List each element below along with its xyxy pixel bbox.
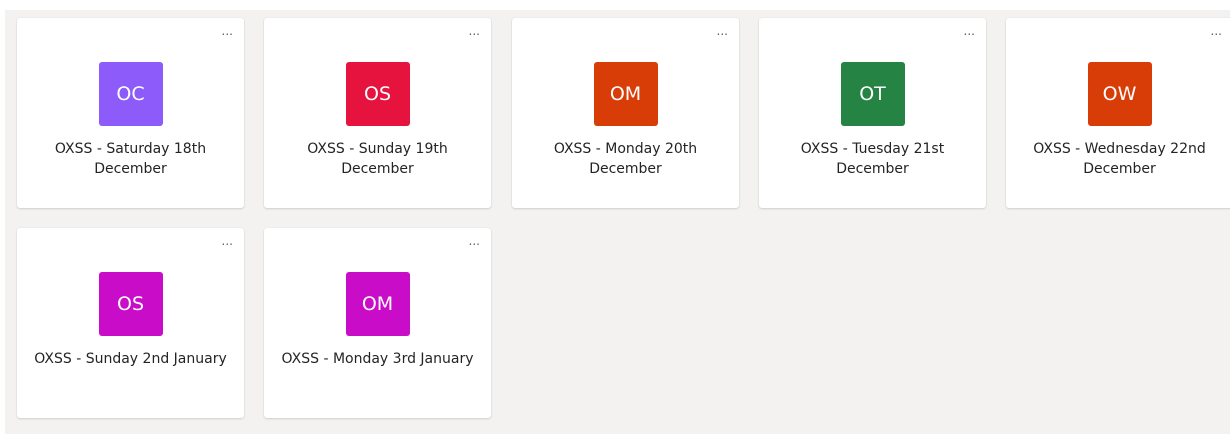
team-card[interactable]: ... OM OXSS - Monday 20th December bbox=[512, 18, 739, 208]
teams-grid-view: ... OC OXSS - Saturday 18th December ...… bbox=[0, 0, 1230, 435]
more-options-icon[interactable]: ... bbox=[964, 25, 975, 37]
more-options-icon[interactable]: ... bbox=[222, 235, 233, 247]
team-name: OXSS - Monday 3rd January bbox=[281, 351, 474, 367]
team-name: OXSS - Saturday 18th December bbox=[54, 141, 207, 177]
teams-grid: ... OC OXSS - Saturday 18th December ...… bbox=[5, 10, 1230, 434]
team-name: OXSS - Tuesday 21st December bbox=[800, 141, 945, 177]
more-options-icon[interactable]: ... bbox=[222, 25, 233, 37]
team-card[interactable]: ... OS OXSS - Sunday 19th December bbox=[264, 18, 491, 208]
team-card[interactable]: ... OW OXSS - Wednesday 22nd December bbox=[1006, 18, 1230, 208]
team-name: OXSS - Wednesday 22nd December bbox=[1033, 141, 1206, 177]
team-avatar: OS bbox=[98, 272, 163, 336]
team-avatar: OM bbox=[593, 62, 658, 126]
team-name: OXSS - Monday 20th December bbox=[553, 141, 698, 177]
team-card[interactable]: ... OT OXSS - Tuesday 21st December bbox=[759, 18, 986, 208]
team-avatar: OW bbox=[1087, 62, 1152, 126]
team-card[interactable]: ... OS OXSS - Sunday 2nd January bbox=[17, 228, 244, 418]
team-name: OXSS - Sunday 2nd January bbox=[34, 351, 227, 367]
more-options-icon[interactable]: ... bbox=[717, 25, 728, 37]
team-avatar: OM bbox=[345, 272, 410, 336]
team-card[interactable]: ... OC OXSS - Saturday 18th December bbox=[17, 18, 244, 208]
team-avatar: OS bbox=[345, 62, 410, 126]
team-avatar: OT bbox=[840, 62, 905, 126]
team-card[interactable]: ... OM OXSS - Monday 3rd January bbox=[264, 228, 491, 418]
team-name: OXSS - Sunday 19th December bbox=[307, 141, 448, 177]
team-avatar: OC bbox=[98, 62, 163, 126]
more-options-icon[interactable]: ... bbox=[469, 25, 480, 37]
more-options-icon[interactable]: ... bbox=[1211, 25, 1222, 37]
more-options-icon[interactable]: ... bbox=[469, 235, 480, 247]
